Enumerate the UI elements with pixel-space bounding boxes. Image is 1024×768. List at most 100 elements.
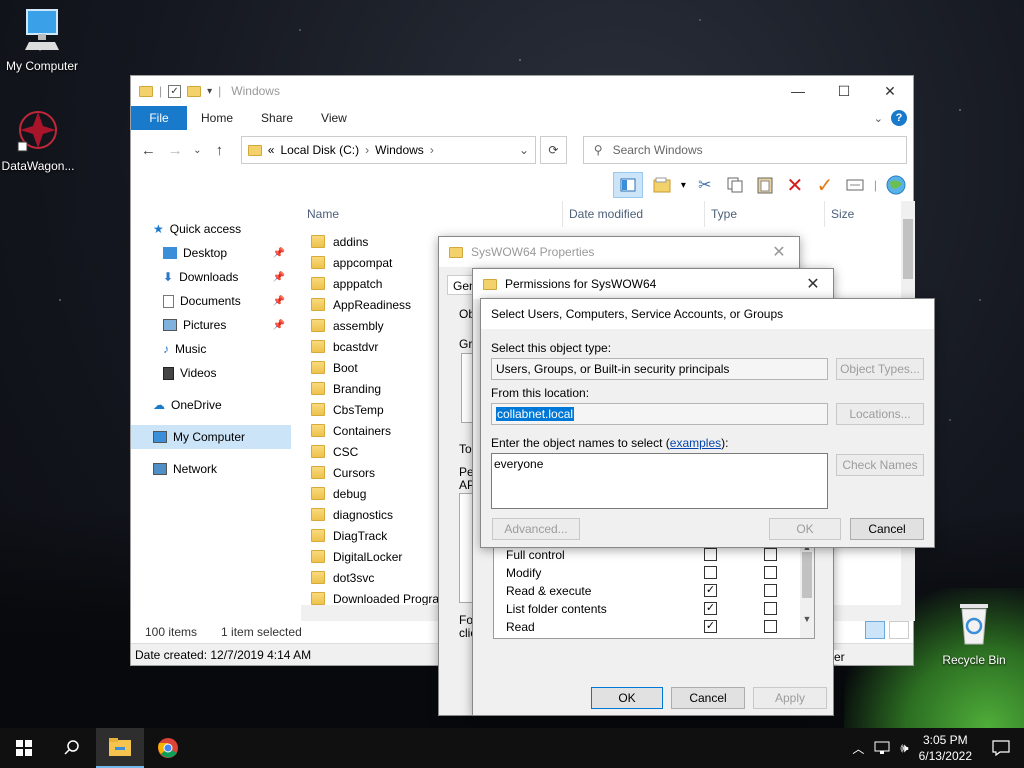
desktop-icon-recycle-bin[interactable]: Recycle Bin xyxy=(932,600,1016,667)
large-icons-view-icon[interactable] xyxy=(889,621,909,639)
tab-file[interactable]: File xyxy=(131,106,187,130)
chrome-taskbar-button[interactable] xyxy=(144,728,192,768)
dialog-title: Select Users, Computers, Service Account… xyxy=(491,307,784,321)
deny-checkbox[interactable] xyxy=(764,620,777,633)
address-bar[interactable]: « Local Disk (C:) › Windows › ⌄ xyxy=(240,136,537,164)
deny-checkbox[interactable] xyxy=(764,548,777,561)
object-names-input[interactable]: everyone xyxy=(491,453,828,509)
paste-icon[interactable] xyxy=(754,174,776,196)
properties-titlebar[interactable]: SysWOW64 Properties ✕ xyxy=(439,237,799,267)
sidebar-item-documents[interactable]: Documents 📌 xyxy=(131,289,291,313)
sidebar-item-videos[interactable]: Videos xyxy=(131,361,291,385)
clock[interactable]: 3:05 PM 6/13/2022 xyxy=(919,732,972,764)
scroll-thumb[interactable] xyxy=(903,219,913,279)
close-button[interactable]: ✕ xyxy=(867,83,913,100)
examples-link[interactable]: examples xyxy=(670,436,721,450)
close-button[interactable]: ✕ xyxy=(759,242,799,262)
sidebar-item-pictures[interactable]: Pictures 📌 xyxy=(131,313,291,337)
allow-checkbox[interactable] xyxy=(704,548,717,561)
sidebar-item-downloads[interactable]: ⬇ Downloads 📌 xyxy=(131,265,291,289)
address-segment-local-disk[interactable]: Local Disk (C:) xyxy=(280,143,359,157)
copy-icon[interactable] xyxy=(724,174,746,196)
back-arrow-icon[interactable]: ← xyxy=(137,142,160,159)
clock-time: 3:05 PM xyxy=(922,733,968,747)
notification-icon[interactable] xyxy=(992,740,1010,756)
view-dropdown-icon[interactable]: ▾ xyxy=(681,180,686,191)
globe-icon[interactable] xyxy=(885,174,907,196)
volume-icon[interactable]: 🕪 xyxy=(900,740,908,756)
folder-icon xyxy=(311,424,325,437)
chevron-right-icon[interactable]: › xyxy=(430,143,434,157)
cut-icon[interactable]: ✂ xyxy=(694,174,716,196)
permissions-titlebar[interactable]: Permissions for SysWOW64 ✕ xyxy=(473,269,833,299)
explorer-titlebar[interactable]: | ✓ ▾ | Windows — ☐ ✕ xyxy=(131,76,913,106)
chevron-right-icon[interactable]: › xyxy=(365,143,369,157)
sidebar-item-my-computer[interactable]: My Computer xyxy=(131,425,291,449)
address-dropdown-icon[interactable]: ⌄ xyxy=(519,143,529,157)
sidebar-item-music[interactable]: ♪ Music xyxy=(131,337,291,361)
desktop-icon-datawagon[interactable]: DataWagon... xyxy=(0,108,80,173)
preview-pane-icon[interactable] xyxy=(612,172,643,198)
scroll-thumb[interactable] xyxy=(802,552,812,598)
allow-checkbox[interactable]: ✓ xyxy=(704,584,717,597)
network-icon[interactable] xyxy=(874,741,890,755)
deny-checkbox[interactable] xyxy=(764,584,777,597)
tab-view[interactable]: View xyxy=(307,111,361,125)
column-header-size[interactable]: Size xyxy=(825,201,901,227)
select-users-titlebar[interactable]: Select Users, Computers, Service Account… xyxy=(481,299,934,329)
desktop-icon-my-computer[interactable]: My Computer xyxy=(0,8,84,73)
advanced-button[interactable]: Advanced... xyxy=(492,518,580,540)
properties-check-icon[interactable]: ✓ xyxy=(168,84,182,98)
details-view-icon[interactable] xyxy=(865,621,885,639)
object-types-button[interactable]: Object Types... xyxy=(836,358,924,380)
chevron-up-icon[interactable]: ︿ xyxy=(852,740,864,757)
maximize-button[interactable]: ☐ xyxy=(821,83,867,100)
allow-checkbox[interactable]: ✓ xyxy=(704,620,717,633)
recycle-bin-icon xyxy=(932,600,1016,649)
object-type-label: Select this object type: xyxy=(491,341,612,355)
ok-button[interactable]: OK xyxy=(591,687,663,709)
permissions-scrollbar[interactable]: ▲ ▼ xyxy=(800,542,814,638)
sidebar-item-quick-access[interactable]: ★ Quick access xyxy=(131,217,291,241)
cancel-button[interactable]: Cancel xyxy=(850,518,924,540)
checkmark-icon[interactable]: ✓ xyxy=(814,174,836,197)
new-folder-icon[interactable] xyxy=(187,85,202,97)
permissions-list[interactable]: Full control Modify Read & execute ✓ List fo… xyxy=(493,541,815,639)
sidebar-item-desktop[interactable]: Desktop 📌 xyxy=(131,241,291,265)
deny-checkbox[interactable] xyxy=(764,602,777,615)
address-overflow[interactable]: « xyxy=(268,143,275,157)
column-header-date-modified[interactable]: Date modified xyxy=(563,201,705,227)
deny-checkbox[interactable] xyxy=(764,566,777,579)
up-arrow-icon[interactable]: ↑ xyxy=(208,142,231,159)
ok-button[interactable]: OK xyxy=(769,518,841,540)
search-input[interactable]: ⚲ Search Windows xyxy=(582,136,908,164)
address-segment-windows[interactable]: Windows xyxy=(375,143,424,157)
search-button[interactable] xyxy=(48,728,96,768)
forward-arrow-icon[interactable]: → xyxy=(164,142,187,159)
check-names-button[interactable]: Check Names xyxy=(836,454,924,476)
tab-home[interactable]: Home xyxy=(187,111,247,125)
sidebar-item-network[interactable]: Network xyxy=(131,457,291,481)
column-header-type[interactable]: Type xyxy=(705,201,825,227)
close-button[interactable]: ✕ xyxy=(793,274,833,294)
minimize-button[interactable]: — xyxy=(775,83,821,100)
cancel-button[interactable]: Cancel xyxy=(671,687,745,709)
start-button[interactable] xyxy=(0,728,48,768)
refresh-button[interactable]: ⟳ xyxy=(540,136,567,164)
allow-checkbox[interactable]: ✓ xyxy=(704,602,717,615)
customize-dropdown-icon[interactable]: ▾ xyxy=(207,86,212,97)
file-explorer-taskbar-button[interactable] xyxy=(96,728,144,768)
recent-locations-icon[interactable]: ⌄ xyxy=(191,145,204,156)
scroll-down-icon[interactable]: ▼ xyxy=(800,614,814,624)
delete-icon[interactable]: ✕ xyxy=(784,174,806,197)
sidebar-item-onedrive[interactable]: ☁ OneDrive xyxy=(131,393,291,417)
column-header-name[interactable]: Name xyxy=(301,201,563,227)
allow-checkbox[interactable] xyxy=(704,566,717,579)
view-options-icon[interactable] xyxy=(651,174,673,196)
help-icon[interactable]: ? xyxy=(891,110,907,126)
locations-button[interactable]: Locations... xyxy=(836,403,924,425)
apply-button[interactable]: Apply xyxy=(753,687,827,709)
ribbon-expand-icon[interactable]: ⌄ xyxy=(874,112,883,125)
tab-share[interactable]: Share xyxy=(247,111,307,125)
rename-icon[interactable] xyxy=(844,174,866,196)
